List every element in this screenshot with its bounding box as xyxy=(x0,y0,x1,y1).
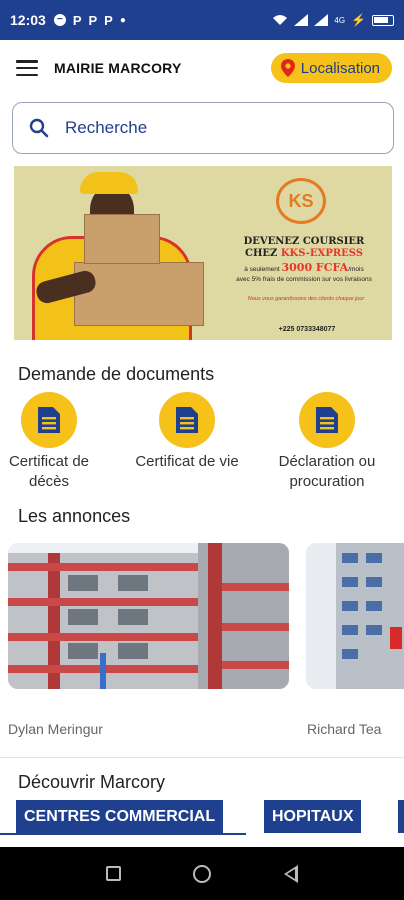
signal-icon xyxy=(314,14,329,26)
promo-banner[interactable]: KS DEVENEZ COURSIER CHEZ KKS-EXPRESS à s… xyxy=(14,166,392,340)
document-item-certificat-deces[interactable]: Certificat de décès xyxy=(0,392,114,492)
banner-logo: KS xyxy=(276,178,326,224)
banner-headline-accent: KKS-EXPRESS xyxy=(280,248,363,259)
document-caption: Déclaration ou procuration xyxy=(262,452,392,492)
search-icon xyxy=(29,118,49,138)
annonce-author: Richard Tea xyxy=(307,721,382,737)
dot-icon: ● xyxy=(119,14,126,26)
banner-cap xyxy=(80,172,138,194)
annonce-author: Dylan Meringur xyxy=(8,721,103,737)
category-tab-hopitaux[interactable]: HOPITAUX xyxy=(264,800,362,833)
location-button[interactable]: Localisation xyxy=(270,53,392,83)
network-type: 4G xyxy=(334,15,346,25)
decouvrir-title: Découvrir Marcory xyxy=(18,772,166,792)
recent-apps-icon[interactable] xyxy=(106,866,122,881)
document-caption-line1: Certificat de xyxy=(8,453,90,470)
system-icons: 4G ⚡ xyxy=(272,13,394,27)
document-caption-line2: procuration xyxy=(289,473,365,490)
location-pin-icon xyxy=(280,59,295,77)
banner-price-note: avec 5% frais de commission sur vos livr… xyxy=(236,276,372,283)
signal-icon xyxy=(294,14,309,26)
charging-icon: ⚡ xyxy=(351,13,366,27)
battery-icon xyxy=(372,14,394,26)
status-time: 12:03 xyxy=(10,12,46,28)
document-icon xyxy=(159,392,215,448)
document-caption-line2: décès xyxy=(28,473,70,490)
document-icon xyxy=(299,392,355,448)
notification-p-icon: P xyxy=(72,12,82,28)
category-tab-centres-commercial[interactable]: CENTRES COMMERCIAL xyxy=(16,800,224,833)
back-icon[interactable] xyxy=(283,864,298,883)
app-bar: MAIRIE MARCORY Localisation xyxy=(0,40,404,96)
document-caption-line1: Déclaration ou xyxy=(278,453,376,470)
notification-p-icon: P xyxy=(104,12,113,28)
category-tab-partial[interactable] xyxy=(398,800,404,833)
notification-p-icon: P xyxy=(88,12,98,28)
section-divider xyxy=(0,757,404,758)
document-caption: Certificat de vie xyxy=(122,452,252,472)
banner-box xyxy=(84,214,160,264)
banner-headline-line1: DEVENEZ COURSIER xyxy=(243,236,365,247)
banner-phone: +225 0733348077 xyxy=(278,326,336,333)
banner-box xyxy=(74,262,204,326)
banner-headline-line2: CHEZ KKS-EXPRESS xyxy=(218,248,390,260)
annonce-card[interactable] xyxy=(306,543,404,689)
document-icon xyxy=(21,392,77,448)
banner-headline-prefix: CHEZ xyxy=(245,248,281,259)
annonces-title: Les annonces xyxy=(18,506,131,526)
search-input[interactable]: Recherche xyxy=(12,102,394,154)
wifi-icon xyxy=(273,15,288,25)
home-icon[interactable] xyxy=(193,864,212,883)
banner-price-value: 3000 FCFA xyxy=(281,261,349,274)
document-caption-line1: Certificat de vie xyxy=(135,453,239,470)
banner-note: Nous vous garantissons des clients chaqu… xyxy=(247,296,365,302)
banner-price-prefix: à seulement xyxy=(244,266,282,273)
banner-price-suffix: /mois xyxy=(348,266,364,273)
documents-title: Demande de documents xyxy=(18,364,215,384)
annonce-image-building xyxy=(8,543,289,689)
menu-icon[interactable] xyxy=(16,60,38,76)
document-item-declaration[interactable]: Déclaration ou procuration xyxy=(262,392,392,492)
annonce-image-building xyxy=(306,543,404,689)
location-button-label: Localisation xyxy=(300,59,380,77)
system-nav-bar xyxy=(0,847,404,900)
document-caption: Certificat de décès xyxy=(0,452,114,492)
search-placeholder: Recherche xyxy=(65,118,148,137)
app-title: MAIRIE MARCORY xyxy=(54,60,182,76)
banner-price: à seulement 3000 FCFA/mois avec 5% frais… xyxy=(218,262,390,284)
minus-circle-icon: − xyxy=(53,14,66,26)
document-item-certificat-vie[interactable]: Certificat de vie xyxy=(122,392,252,472)
notification-icons: − P P P ● xyxy=(53,12,126,28)
banner-headline: DEVENEZ COURSIER CHEZ KKS-EXPRESS xyxy=(218,236,390,260)
annonce-card[interactable] xyxy=(8,543,289,689)
category-selected-indicator xyxy=(0,833,246,835)
status-bar: 12:03 − P P P ● 4G ⚡ xyxy=(0,0,404,40)
